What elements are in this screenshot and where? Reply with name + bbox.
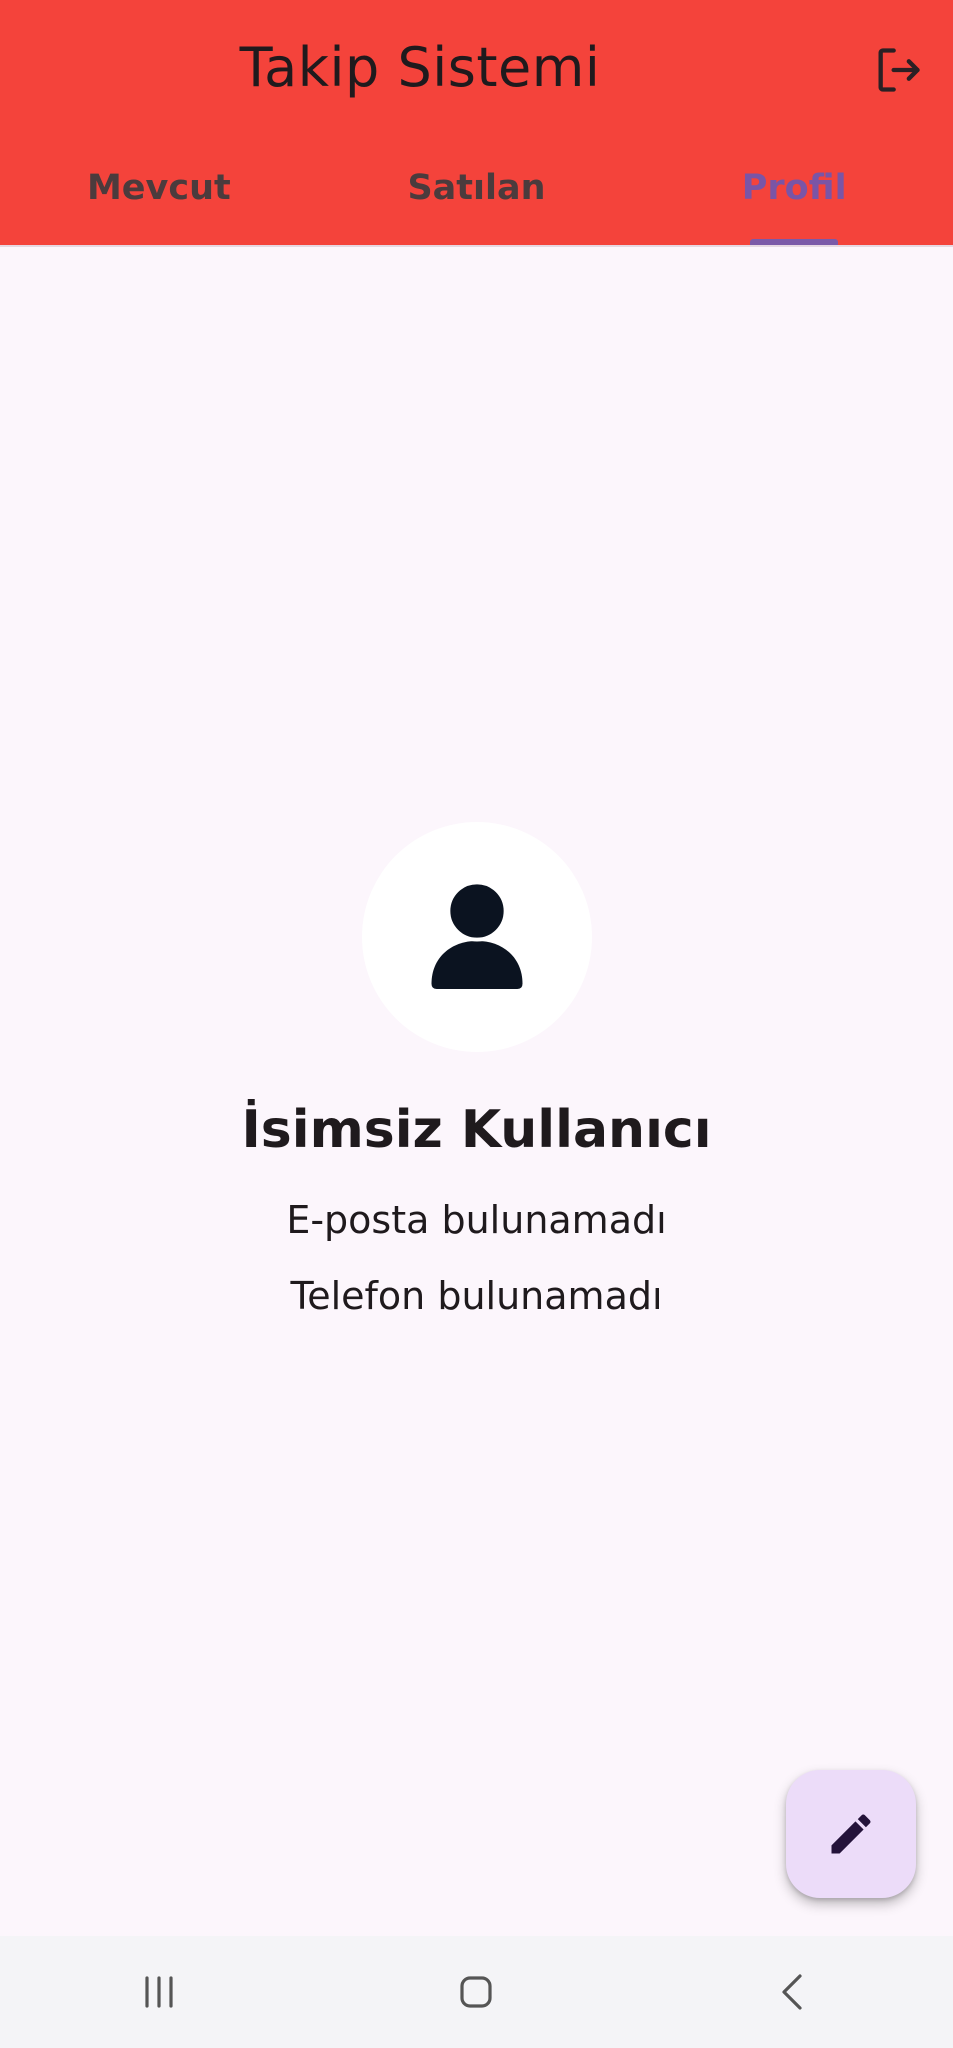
person-icon <box>431 880 523 989</box>
tab-profil[interactable]: Profil <box>635 150 953 245</box>
app-bar-divider <box>0 245 953 247</box>
app-title: Takip Sistemi <box>239 36 601 99</box>
edit-profile-button[interactable] <box>786 1770 916 1898</box>
back-icon <box>782 1974 802 2010</box>
profile-phone: Telefon bulunamadı <box>290 1274 663 1318</box>
screen: Takip Sistemi Mevcut Satılan Profil İsim… <box>0 0 953 2048</box>
recents-button[interactable] <box>99 1952 219 2032</box>
system-nav-bar <box>0 1936 953 2048</box>
home-icon <box>460 1976 493 2008</box>
profile-email: E-posta bulunamadı <box>286 1198 667 1242</box>
home-button[interactable] <box>416 1952 536 2032</box>
back-button[interactable] <box>734 1952 854 2032</box>
tab-bar: Mevcut Satılan Profil <box>0 150 953 245</box>
tab-label: Profil <box>741 168 847 208</box>
tab-mevcut[interactable]: Mevcut <box>0 150 318 245</box>
tab-label: Satılan <box>407 168 546 208</box>
edit-pencil-icon <box>831 1814 871 1854</box>
recents-icon <box>145 1976 173 2008</box>
logout-icon <box>878 48 920 92</box>
profile-name: İsimsiz Kullanıcı <box>241 1100 712 1160</box>
app-bar: Takip Sistemi Mevcut Satılan Profil <box>0 0 953 245</box>
tab-satilan[interactable]: Satılan <box>318 150 636 245</box>
avatar <box>362 822 592 1052</box>
tab-label: Mevcut <box>86 168 231 208</box>
logout-button[interactable] <box>868 40 928 100</box>
